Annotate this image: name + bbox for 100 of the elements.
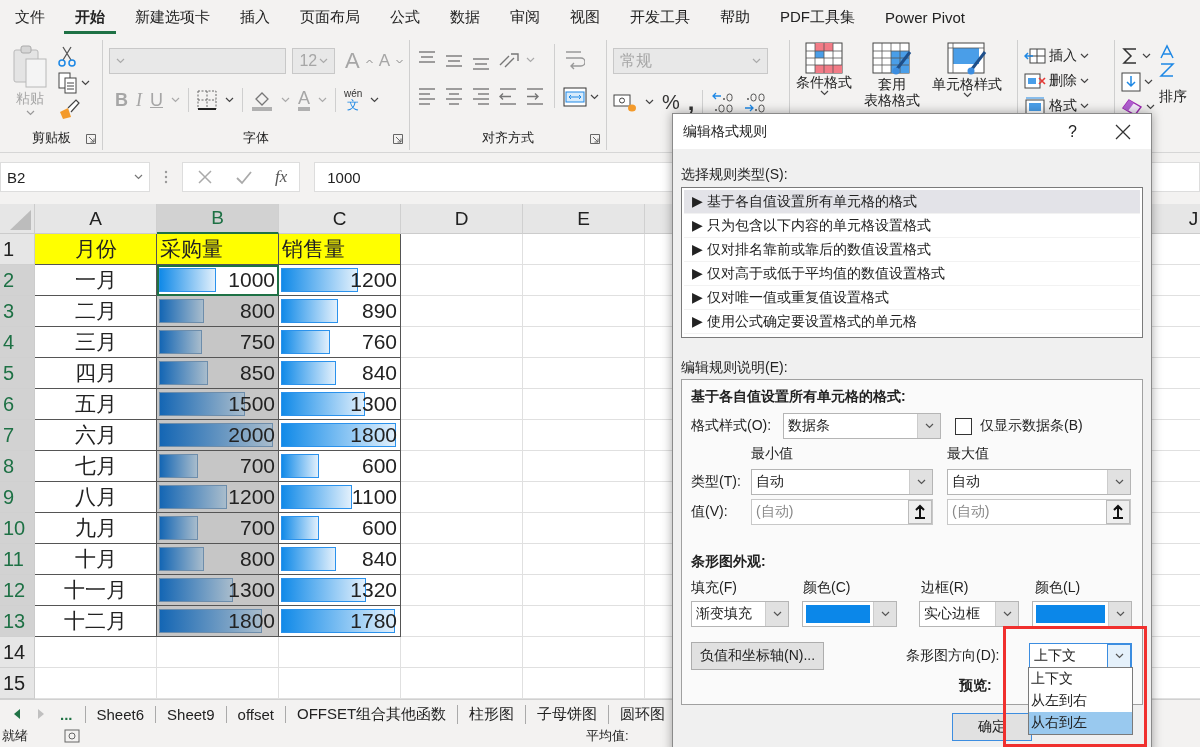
row-header[interactable]: 11 xyxy=(0,544,35,575)
decrease-indent-icon[interactable] xyxy=(497,86,519,106)
sort-button[interactable]: 排序 xyxy=(1159,44,1187,150)
rule-type-item[interactable]: ▶ 仅对排名靠前或靠后的数值设置格式 xyxy=(684,238,1140,262)
caret-icon[interactable] xyxy=(1080,103,1089,109)
dropdown-option[interactable]: 从左到右 xyxy=(1029,690,1132,712)
column-header[interactable]: B xyxy=(157,204,279,234)
fill-color-combo[interactable] xyxy=(802,601,897,627)
row-header[interactable]: 6 xyxy=(0,389,35,420)
menu-tab[interactable]: 帮助 xyxy=(709,2,761,34)
caret-icon[interactable] xyxy=(1080,78,1089,84)
row-header[interactable]: 1 xyxy=(0,234,35,265)
fill-down-icon[interactable] xyxy=(1121,72,1141,92)
checkbox[interactable] xyxy=(955,417,972,435)
format-style-combo[interactable]: 数据条 xyxy=(783,413,941,439)
menu-tab[interactable]: PDF工具集 xyxy=(769,2,866,34)
type-combo[interactable]: 自动 xyxy=(751,469,933,495)
row-header[interactable]: 14 xyxy=(0,637,35,668)
row-header[interactable]: 4 xyxy=(0,327,35,358)
merge-center-icon[interactable] xyxy=(563,86,587,108)
menu-tab[interactable]: 审阅 xyxy=(499,2,551,34)
border-color-combo[interactable] xyxy=(1032,601,1132,627)
menu-tab[interactable]: 公式 xyxy=(379,2,431,34)
rule-type-item[interactable]: ▶ 只为包含以下内容的单元格设置格式 xyxy=(684,214,1140,238)
column-header[interactable]: D xyxy=(401,204,523,234)
launcher-icon[interactable] xyxy=(86,134,96,144)
menu-tab[interactable]: 数据 xyxy=(439,2,491,34)
row-header[interactable]: 15 xyxy=(0,668,35,699)
scissors-icon[interactable] xyxy=(58,46,76,68)
row-header[interactable]: 10 xyxy=(0,513,35,544)
help-button[interactable]: ? xyxy=(1068,122,1077,141)
row-header[interactable]: 8 xyxy=(0,451,35,482)
row-header[interactable]: 3 xyxy=(0,296,35,327)
rule-type-item[interactable]: ▶ 使用公式确定要设置格式的单元格 xyxy=(684,310,1140,334)
column-header[interactable]: E xyxy=(523,204,645,234)
increase-indent-icon[interactable] xyxy=(524,86,546,106)
caret-icon[interactable] xyxy=(1142,53,1151,59)
direction-combo[interactable]: 上下文 xyxy=(1029,643,1133,669)
rule-type-item[interactable]: ▶ 仅对唯一值或重复值设置格式 xyxy=(684,286,1140,310)
scroll-left-icon[interactable] xyxy=(12,708,22,720)
caret-icon[interactable] xyxy=(370,97,380,103)
caret-icon[interactable] xyxy=(134,174,143,180)
rule-type-item[interactable]: ▶ 仅对高于或低于平均值的数值设置格式 xyxy=(684,262,1140,286)
menu-tab[interactable]: 新建选项卡 xyxy=(124,2,221,34)
drag-handle-icon[interactable] xyxy=(164,169,168,185)
increase-decimal-icon[interactable] xyxy=(711,91,736,113)
dropdown-option[interactable]: 上下文 xyxy=(1029,668,1132,690)
sheet-tab[interactable]: offset xyxy=(226,705,287,723)
caret-icon[interactable] xyxy=(225,97,234,103)
sheet-tab[interactable]: OFFSET组合其他函数 xyxy=(286,704,459,724)
sheet-tab[interactable]: Sheet6 xyxy=(85,705,157,723)
menu-tab[interactable]: 开发工具 xyxy=(619,2,701,34)
menu-tab[interactable]: 开始 xyxy=(64,2,116,34)
macro-record-icon[interactable] xyxy=(64,729,80,743)
caret-icon[interactable] xyxy=(645,99,654,105)
caret-icon[interactable] xyxy=(1144,79,1153,85)
caret-icon[interactable] xyxy=(819,90,829,96)
caret-icon[interactable] xyxy=(962,92,972,98)
negative-axis-button[interactable]: 负值和坐标轴(N)... xyxy=(691,642,825,670)
caret-icon[interactable] xyxy=(916,479,926,485)
insert-button[interactable]: 插入 xyxy=(1024,46,1108,66)
caret-icon[interactable] xyxy=(1114,653,1124,659)
dropdown-option[interactable]: 从右到左 xyxy=(1029,712,1132,734)
delete-button[interactable]: 删除 xyxy=(1024,71,1108,91)
check-icon[interactable] xyxy=(235,169,253,185)
fill-combo[interactable]: 渐变填充 xyxy=(691,601,789,627)
border-combo[interactable]: 实心边框 xyxy=(919,601,1019,627)
menu-tab[interactable]: 视图 xyxy=(559,2,611,34)
row-header[interactable]: 7 xyxy=(0,420,35,451)
currency-icon[interactable] xyxy=(613,92,637,112)
sum-icon[interactable] xyxy=(1121,46,1139,66)
sheet-tab[interactable]: 柱形图 xyxy=(458,704,527,724)
menu-tab[interactable]: Power Pivot xyxy=(874,3,977,33)
copy-icon[interactable] xyxy=(58,72,78,94)
menu-tab[interactable]: 插入 xyxy=(229,2,281,34)
caret-icon[interactable] xyxy=(772,611,782,617)
sheet-tab[interactable]: Sheet9 xyxy=(156,705,227,723)
caret-icon[interactable] xyxy=(924,423,934,429)
type-combo[interactable]: 自动 xyxy=(947,469,1131,495)
row-header[interactable]: 2 xyxy=(0,265,35,296)
insert-function-button[interactable]: fx xyxy=(275,167,288,187)
caret-icon[interactable] xyxy=(590,94,599,100)
caret-icon[interactable] xyxy=(1002,611,1012,617)
sheet-tab[interactable]: 子母饼图 xyxy=(526,704,610,724)
borders-icon[interactable] xyxy=(197,90,217,110)
caret-icon[interactable] xyxy=(1114,479,1124,485)
name-box[interactable]: B2 xyxy=(0,162,150,192)
menu-tab[interactable]: 页面布局 xyxy=(289,2,371,34)
column-header[interactable]: C xyxy=(279,204,401,234)
row-header[interactable]: 12 xyxy=(0,575,35,606)
row-header[interactable]: 5 xyxy=(0,358,35,389)
more-sheets-button[interactable]: ... xyxy=(60,705,86,723)
caret-icon[interactable] xyxy=(81,80,90,86)
menu-tab[interactable]: 文件 xyxy=(4,2,56,34)
orientation-icon[interactable] xyxy=(497,50,521,70)
caret-icon[interactable] xyxy=(1080,53,1089,59)
paintbrush-icon[interactable] xyxy=(58,98,80,120)
close-icon[interactable] xyxy=(1115,123,1131,140)
decrease-decimal-icon[interactable] xyxy=(743,91,768,113)
launcher-icon[interactable] xyxy=(393,134,403,144)
